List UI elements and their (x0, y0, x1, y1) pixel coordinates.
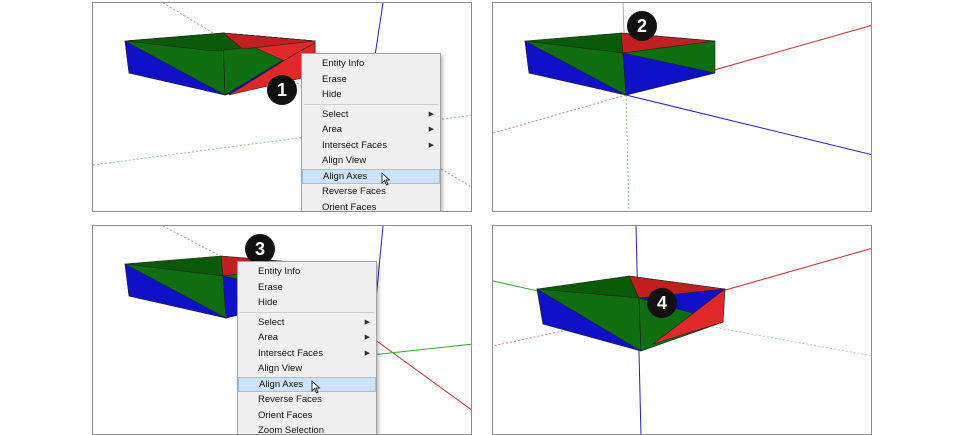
red-axis (362, 330, 471, 411)
submenu-arrow-icon: ▶ (364, 334, 370, 341)
menu-item-entity-info[interactable]: Entity Info (238, 264, 376, 280)
menu-item-align-view[interactable]: Align View (302, 153, 440, 169)
menu-item-label: Align Axes (259, 378, 304, 390)
step-badge-3: 3 (245, 234, 275, 264)
viewport-panel-2[interactable]: 2 (492, 2, 872, 212)
menu-item-orient-faces[interactable]: Orient Faces (238, 408, 376, 424)
menu-item-label: Erase (322, 73, 347, 85)
menu-item-orient-faces[interactable]: Orient Faces (302, 200, 440, 212)
menu-separator (304, 103, 438, 105)
context-menu-1: Entity Info Erase Hide Select ▶ Area ▶ Int… (301, 53, 441, 212)
menu-item-label: Entity Info (322, 58, 365, 69)
submenu-arrow-icon: ▶ (428, 141, 434, 149)
submenu-arrow-icon: ▶ (364, 318, 370, 326)
menu-item-label: Select (258, 316, 285, 328)
menu-item-select[interactable]: Select ▶ (302, 107, 440, 123)
menu-item-hide[interactable]: Hide (302, 87, 440, 103)
menu-item-label: Hide (258, 297, 278, 308)
viewport-panel-3[interactable]: 3 Entity Info Erase Hide Select ▶ Area ▶ I… (92, 225, 472, 435)
submenu-arrow-icon: ▶ (428, 110, 434, 118)
model-scene-2 (493, 3, 871, 211)
menu-item-label: Erase (258, 281, 283, 293)
menu-item-intersect-faces[interactable]: Intersect Faces ▶ (302, 138, 440, 154)
menu-item-label: Select (322, 108, 349, 120)
menu-separator (240, 311, 374, 313)
menu-item-zoom-selection[interactable]: Zoom Selection (238, 423, 376, 435)
menu-item-align-view[interactable]: Align View (238, 361, 376, 377)
menu-item-label: Zoom Selection (258, 425, 325, 435)
context-menu-3: Entity Info Erase Hide Select ▶ Area ▶ Int… (237, 261, 377, 435)
step-badge-2: 2 (627, 11, 657, 41)
red-axis-negative (493, 94, 627, 134)
menu-item-label: Entity Info (258, 266, 301, 277)
box-model (536, 275, 726, 352)
green-axis (625, 94, 630, 211)
viewport-panel-4[interactable]: 4 (492, 225, 872, 435)
model-scene-4 (493, 226, 871, 434)
menu-item-reverse-faces[interactable]: Reverse Faces (238, 392, 376, 408)
menu-item-label: Align View (322, 155, 367, 166)
submenu-arrow-icon: ▶ (428, 126, 434, 133)
menu-item-label: Intersect Faces (322, 139, 387, 151)
menu-item-area[interactable]: Area ▶ (238, 330, 376, 346)
menu-item-select[interactable]: Select ▶ (238, 315, 376, 331)
box-model (524, 32, 716, 96)
menu-item-align-axes[interactable]: Align Axes (238, 376, 376, 394)
menu-item-label: Hide (322, 89, 342, 100)
step-badge-1: 1 (267, 75, 297, 105)
menu-item-intersect-faces[interactable]: Intersect Faces ▶ (238, 346, 376, 362)
menu-item-label: Area (322, 124, 343, 135)
menu-item-label: Align View (258, 363, 303, 374)
menu-item-label: Reverse Faces (322, 186, 386, 197)
menu-item-area[interactable]: Area ▶ (302, 122, 440, 138)
menu-item-label: Align Axes (323, 170, 368, 182)
menu-item-entity-info[interactable]: Entity Info (302, 56, 440, 72)
menu-item-label: Reverse Faces (258, 394, 322, 405)
green-axis (362, 343, 471, 357)
menu-item-align-axes[interactable]: Align Axes (302, 168, 440, 186)
viewport-panel-1[interactable]: 1 Entity Info Erase Hide Select ▶ Area ▶ I… (92, 2, 472, 212)
step-badge-4: 4 (647, 288, 677, 318)
menu-item-erase[interactable]: Erase (238, 280, 376, 296)
menu-item-erase[interactable]: Erase (302, 72, 440, 88)
menu-item-hide[interactable]: Hide (238, 295, 376, 311)
submenu-arrow-icon: ▶ (364, 349, 370, 357)
menu-item-reverse-faces[interactable]: Reverse Faces (302, 184, 440, 200)
menu-item-label: Intersect Faces (258, 347, 323, 359)
menu-item-label: Orient Faces (322, 201, 377, 212)
menu-item-label: Area (258, 332, 279, 343)
menu-item-label: Orient Faces (258, 409, 313, 421)
blue-axis (625, 94, 871, 156)
